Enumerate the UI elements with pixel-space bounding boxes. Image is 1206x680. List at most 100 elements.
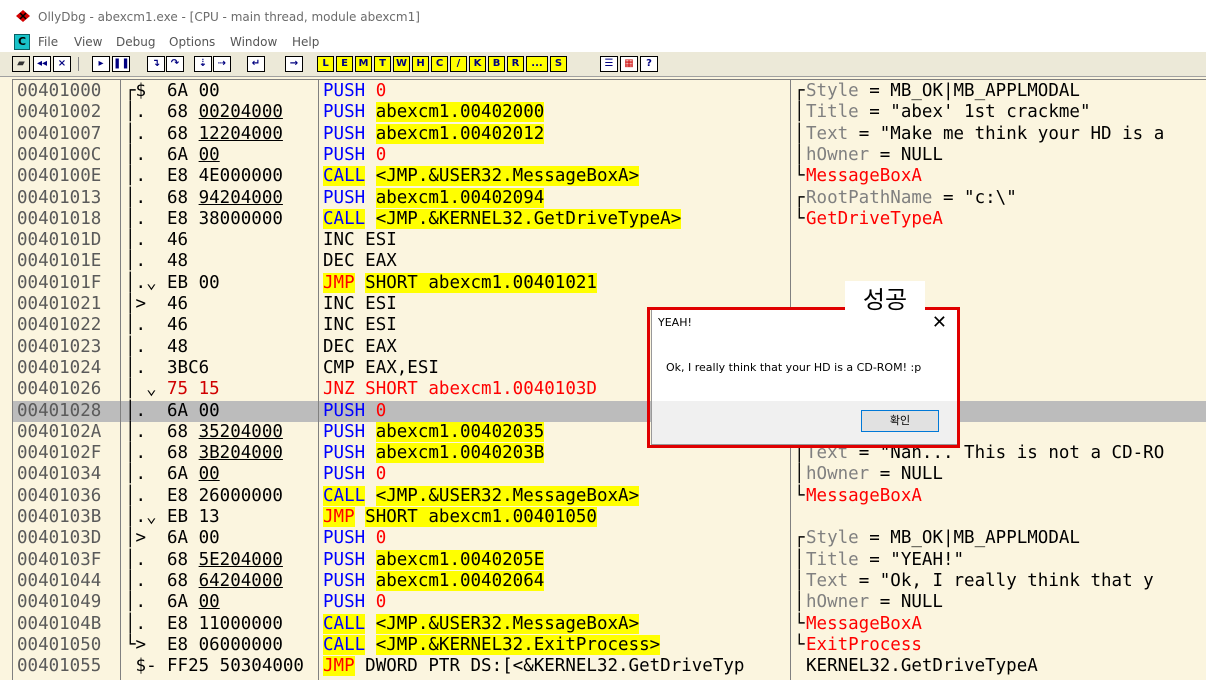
goto-icon[interactable]: → — [285, 56, 303, 72]
help-icon[interactable]: ? — [640, 56, 658, 72]
mnemonic: PUSH — [323, 144, 366, 165]
hex-bytes: 6A 00 — [167, 400, 220, 421]
toolbar-button-s[interactable]: S — [550, 56, 567, 72]
comment-param-value: = MB_OK|MB_APPLMODAL — [858, 528, 1080, 549]
comment-cell: MessageBoxA — [806, 614, 1206, 635]
operand: abexcm1.00402000 — [375, 102, 545, 123]
toolbar-button-l[interactable]: L — [317, 56, 334, 72]
step-over-icon[interactable]: ↷ — [166, 56, 184, 72]
open-icon[interactable]: ▰ — [12, 56, 30, 72]
operand: ESI — [365, 230, 397, 251]
comment-cell: Title = "YEAH!" — [806, 550, 1206, 571]
column-separator[interactable] — [318, 80, 319, 680]
toolbar-button-r[interactable]: R — [507, 56, 524, 72]
pause-icon[interactable]: ❚❚ — [112, 56, 130, 72]
comment-bracket: │ — [794, 549, 805, 570]
hex-bytes: 68 — [167, 549, 199, 570]
disassembly-cell: PUSH 0 — [323, 145, 386, 166]
operand: 0 — [375, 81, 387, 101]
address-cell: 00401034 — [17, 464, 102, 485]
toolbar-button-w[interactable]: W — [393, 56, 410, 72]
comment-param-name: Style — [806, 81, 859, 101]
hex-dump-cell: 48 — [167, 251, 188, 272]
jump-marker: │. — [125, 613, 147, 634]
toolbar-button-e[interactable]: E — [336, 56, 353, 72]
jump-marker: │> — [125, 528, 147, 549]
jump-marker: │. — [125, 485, 147, 506]
toolbar-button-ellipsis[interactable]: ... — [526, 56, 548, 72]
colors-icon[interactable]: ▦ — [620, 56, 638, 72]
jump-marker: │. — [125, 421, 147, 442]
toolbar-button-m[interactable]: M — [355, 56, 372, 72]
trace-over-icon[interactable]: ⇢ — [213, 56, 231, 72]
close-icon[interactable]: × — [53, 56, 71, 72]
toolbar-button-b[interactable]: B — [488, 56, 505, 72]
toolbar-button-t[interactable]: T — [374, 56, 391, 72]
menu-help[interactable]: Help — [292, 35, 319, 49]
comment-cell: Title = "abex' 1st crackme" — [806, 102, 1206, 123]
window-title: OllyDbg - abexcm1.exe - [CPU - main thre… — [38, 10, 420, 24]
trace-into-icon[interactable]: ⇣ — [194, 56, 212, 72]
mnemonic: PUSH — [323, 187, 366, 208]
disassembly-cell: CALL <JMP.&USER32.MessageBoxA> — [323, 166, 640, 187]
operand: <JMP.&USER32.MessageBoxA> — [375, 166, 640, 187]
column-separator[interactable] — [120, 80, 121, 680]
hex-bytes-fixup: 00 — [198, 464, 220, 485]
disasm-row[interactable]: 00401024 │. 3BC6 CMP EAX,ESI — [13, 358, 1206, 379]
run-icon[interactable]: ▸ — [92, 56, 110, 72]
comment-cell: GetDriveTypeA — [806, 209, 1206, 230]
jump-marker: $- — [125, 656, 157, 677]
address-cell: 0040102A — [17, 421, 102, 442]
address-cell: 0040103B — [17, 507, 102, 527]
cpu-disassembly-pane[interactable]: 00401000 ┌$ 6A 00 PUSH 0 00401002 │. 68 002040… — [12, 79, 1206, 680]
toolbar-button-c[interactable]: C — [431, 56, 448, 72]
comment-bracket: │ — [794, 592, 805, 613]
disassembly-cell: PUSH abexcm1.00402012 — [323, 123, 545, 145]
hex-bytes-fixup: 12204000 — [198, 123, 283, 144]
comment-param-name: hOwner — [806, 464, 870, 485]
jump-marker: │. — [125, 592, 147, 613]
hex-dump-cell: 46 — [167, 315, 188, 336]
hex-dump-cell: FF25 50304000 — [167, 656, 304, 677]
comment-param-name: Style — [806, 528, 859, 549]
rewind-icon[interactable]: ◂◂ — [33, 56, 51, 72]
menu-options[interactable]: Options — [169, 35, 215, 49]
hex-bytes: E8 4E000000 — [167, 166, 283, 187]
menu-window[interactable]: Window — [230, 35, 277, 49]
disasm-row[interactable]: 00401026 │ ⌄ 75 15 JNZ SHORT abexcm1.004010… — [13, 379, 1206, 400]
hex-bytes: E8 11000000 — [167, 613, 283, 634]
operand: SHORT abexcm1.0040103D — [365, 379, 597, 400]
address-cell: 00401007 — [17, 123, 102, 144]
menu-file[interactable]: File — [38, 35, 58, 49]
hex-bytes: 48 — [167, 251, 189, 272]
disasm-row[interactable]: 0040101E │. 48 DEC EAX — [13, 251, 1206, 272]
comment-bracket: ┌ — [794, 528, 805, 549]
comment-bracket: │ — [794, 144, 805, 165]
menu-view[interactable]: View — [74, 35, 102, 49]
operand: <JMP.&USER32.MessageBoxA> — [375, 613, 640, 634]
hex-bytes: 68 — [167, 123, 199, 144]
disasm-row[interactable]: 0040103B │.⌄ EB 13 JMP SHORT abexcm1.004010… — [13, 507, 1206, 528]
disasm-row[interactable]: 0040101D │. 46 INC ESI — [13, 230, 1206, 251]
comment-bracket: └ — [794, 208, 805, 229]
toolbar-button-h[interactable]: H — [412, 56, 429, 72]
disasm-row[interactable]: 00401022 │. 46 INC ESI — [13, 315, 1206, 336]
menu-debug[interactable]: Debug — [116, 35, 155, 49]
comment-cell: Style = MB_OK|MB_APPLMODAL — [806, 81, 1206, 102]
execute-till-return-icon[interactable]: ↵ — [247, 56, 265, 72]
disasm-row[interactable]: 0040101F │.⌄ EB 00 JMP SHORT abexcm1.004010… — [13, 272, 1206, 294]
hex-dump-cell: E8 38000000 — [167, 209, 283, 230]
list-icon[interactable]: ☰ — [600, 56, 618, 72]
disasm-row[interactable]: 00401021 │> 46 INC ESI — [13, 294, 1206, 315]
cpu-window-icon[interactable]: C — [14, 34, 30, 50]
comment-text: MessageBoxA — [806, 166, 922, 187]
toolbar-button-slash[interactable]: / — [450, 56, 467, 72]
disassembly-cell: CALL <JMP.&KERNEL32.ExitProcess> — [323, 634, 661, 656]
disasm-row[interactable]: 00401023 │. 48 DEC EAX — [13, 337, 1206, 358]
operand: SHORT abexcm1.00401021 — [365, 272, 597, 293]
comment-param-name: hOwner — [806, 592, 870, 613]
hex-dump-cell: 68 12204000 — [167, 124, 283, 145]
toolbar-button-k[interactable]: K — [469, 56, 486, 72]
step-into-icon[interactable]: ↴ — [147, 56, 165, 72]
annotation-label: 성공 — [845, 281, 925, 319]
